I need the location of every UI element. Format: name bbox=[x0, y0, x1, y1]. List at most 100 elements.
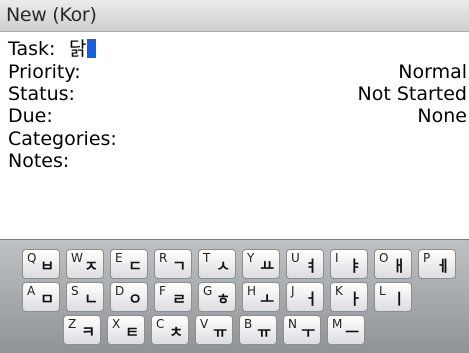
categories-label: Categories: bbox=[8, 128, 117, 150]
key-e[interactable]: Eㄷ bbox=[110, 249, 148, 279]
key-z[interactable]: Zㅋ bbox=[63, 315, 101, 345]
title-bar: New (Kor) bbox=[0, 0, 469, 32]
key-y[interactable]: Yㅛ bbox=[242, 249, 280, 279]
key-latin-label: S bbox=[71, 284, 79, 298]
key-d[interactable]: Dㅇ bbox=[110, 282, 148, 312]
key-hangul-label: ㅐ bbox=[392, 257, 406, 275]
key-latin-label: K bbox=[335, 284, 343, 298]
key-b[interactable]: Bㅠ bbox=[239, 315, 277, 345]
key-hangul-label: ㅊ bbox=[169, 323, 183, 341]
task-row[interactable]: Task: 닭 bbox=[8, 38, 467, 60]
task-input-text: 닭 bbox=[69, 38, 87, 60]
key-u[interactable]: Uㅕ bbox=[286, 249, 324, 279]
key-hangul-label: ㅛ bbox=[260, 257, 274, 275]
key-latin-label: M bbox=[332, 317, 343, 331]
key-hangul-label: ㄷ bbox=[128, 257, 142, 275]
key-hangul-label: ㅋ bbox=[81, 323, 95, 341]
key-j[interactable]: Jㅓ bbox=[286, 282, 324, 312]
key-latin-label: Y bbox=[247, 251, 255, 265]
key-latin-label: Z bbox=[68, 317, 77, 331]
key-latin-label: W bbox=[71, 251, 83, 265]
key-c[interactable]: Cㅊ bbox=[151, 315, 189, 345]
key-latin-label: N bbox=[288, 317, 297, 331]
key-latin-label: B bbox=[244, 317, 253, 331]
key-l[interactable]: Lㅣ bbox=[374, 282, 412, 312]
key-a[interactable]: Aㅁ bbox=[22, 282, 60, 312]
key-k[interactable]: Kㅏ bbox=[330, 282, 368, 312]
key-hangul-label: ㅏ bbox=[348, 290, 362, 308]
key-latin-label: G bbox=[203, 284, 213, 298]
priority-label: Priority: bbox=[8, 61, 81, 83]
key-p[interactable]: Pㅔ bbox=[418, 249, 456, 279]
key-latin-label: C bbox=[156, 317, 165, 331]
virtual-keyboard: QㅂWㅈEㄷRㄱTㅅYㅛUㅕIㅑOㅐPㅔAㅁSㄴDㅇFㄹGㅎHㅗJㅓKㅏLㅣZㅋ… bbox=[0, 239, 469, 353]
key-i[interactable]: Iㅑ bbox=[330, 249, 368, 279]
due-value[interactable]: None bbox=[417, 105, 467, 127]
key-t[interactable]: Tㅅ bbox=[198, 249, 236, 279]
key-latin-label: O bbox=[379, 251, 389, 265]
key-hangul-label: ㅇ bbox=[128, 290, 142, 308]
task-label: Task: bbox=[8, 38, 56, 60]
status-value[interactable]: Not Started bbox=[358, 83, 468, 105]
key-f[interactable]: Fㄹ bbox=[154, 282, 192, 312]
key-x[interactable]: Xㅌ bbox=[107, 315, 145, 345]
key-hangul-label: ㅕ bbox=[304, 257, 318, 275]
key-hangul-label: ㅈ bbox=[84, 257, 98, 275]
due-row[interactable]: Due: None bbox=[8, 105, 467, 127]
notes-row[interactable]: Notes: bbox=[8, 150, 467, 172]
key-latin-label: U bbox=[291, 251, 300, 265]
key-hangul-label: ㄱ bbox=[172, 257, 186, 275]
key-hangul-label: ㅗ bbox=[260, 290, 274, 308]
key-q[interactable]: Qㅂ bbox=[22, 249, 60, 279]
key-hangul-label: ㅡ bbox=[345, 323, 359, 341]
key-h[interactable]: Hㅗ bbox=[242, 282, 280, 312]
key-latin-label: E bbox=[115, 251, 123, 265]
key-hangul-label: ㅎ bbox=[216, 290, 230, 308]
task-input[interactable]: 닭 bbox=[69, 38, 97, 60]
status-row[interactable]: Status: Not Started bbox=[8, 83, 467, 105]
key-r[interactable]: Rㄱ bbox=[154, 249, 192, 279]
due-label: Due: bbox=[8, 105, 53, 127]
key-latin-label: Q bbox=[27, 251, 37, 265]
key-hangul-label: ㅁ bbox=[40, 290, 54, 308]
text-cursor bbox=[87, 39, 97, 58]
key-hangul-label: ㅠ bbox=[257, 323, 271, 341]
key-hangul-label: ㄹ bbox=[172, 290, 186, 308]
key-latin-label: I bbox=[335, 251, 339, 265]
key-latin-label: P bbox=[423, 251, 431, 265]
key-latin-label: V bbox=[200, 317, 209, 331]
key-w[interactable]: Wㅈ bbox=[66, 249, 104, 279]
key-latin-label: X bbox=[112, 317, 121, 331]
key-hangul-label: ㅅ bbox=[216, 257, 230, 275]
key-g[interactable]: Gㅎ bbox=[198, 282, 236, 312]
key-latin-label: D bbox=[115, 284, 125, 298]
key-latin-label: F bbox=[159, 284, 166, 298]
priority-row[interactable]: Priority: Normal bbox=[8, 61, 467, 83]
key-hangul-label: ㅠ bbox=[213, 323, 227, 341]
key-s[interactable]: Sㄴ bbox=[66, 282, 104, 312]
key-hangul-label: ㅣ bbox=[392, 290, 406, 308]
priority-value[interactable]: Normal bbox=[398, 61, 467, 83]
window-title: New (Kor) bbox=[6, 4, 97, 26]
status-label: Status: bbox=[8, 83, 75, 105]
key-hangul-label: ㄴ bbox=[84, 290, 98, 308]
key-hangul-label: ㅑ bbox=[348, 257, 362, 275]
key-latin-label: J bbox=[291, 284, 295, 298]
key-latin-label: T bbox=[203, 251, 211, 265]
key-latin-label: A bbox=[27, 284, 36, 298]
task-form: Task: 닭 Priority: Normal Status: Not Sta… bbox=[0, 32, 469, 240]
key-m[interactable]: Mㅡ bbox=[327, 315, 365, 345]
key-hangul-label: ㅜ bbox=[301, 323, 315, 341]
key-o[interactable]: Oㅐ bbox=[374, 249, 412, 279]
categories-row[interactable]: Categories: bbox=[8, 128, 467, 150]
key-v[interactable]: Vㅠ bbox=[195, 315, 233, 345]
key-hangul-label: ㅔ bbox=[436, 257, 450, 275]
key-n[interactable]: Nㅜ bbox=[283, 315, 321, 345]
key-latin-label: H bbox=[247, 284, 257, 298]
key-latin-label: L bbox=[379, 284, 386, 298]
key-hangul-label: ㅌ bbox=[125, 323, 139, 341]
key-hangul-label: ㅂ bbox=[40, 257, 54, 275]
key-latin-label: R bbox=[159, 251, 168, 265]
key-hangul-label: ㅓ bbox=[304, 290, 318, 308]
notes-label: Notes: bbox=[8, 150, 70, 172]
